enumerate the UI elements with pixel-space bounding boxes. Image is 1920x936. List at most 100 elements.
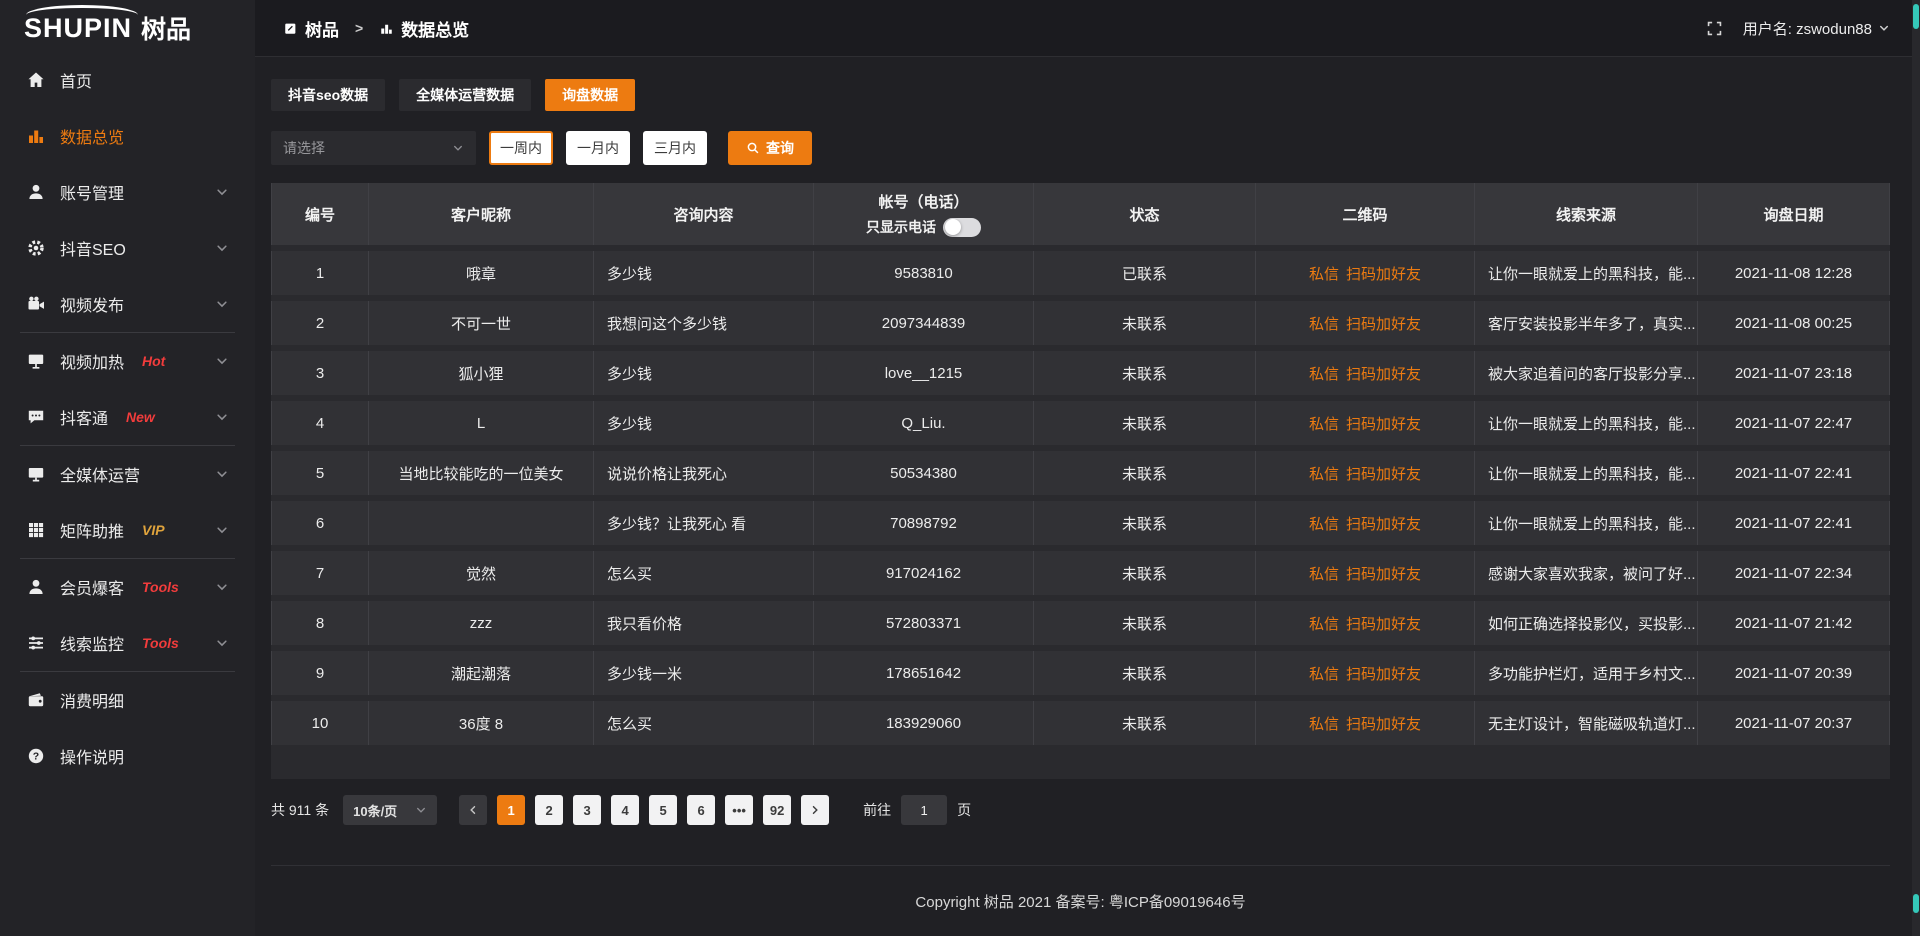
cell-inquiry-content: 我只看价格 bbox=[594, 601, 814, 645]
sidebar-item-data-overview[interactable]: 数据总览 bbox=[0, 108, 255, 164]
cell-account: 50534380 bbox=[814, 451, 1034, 495]
sidebar-item-omni-media[interactable]: 全媒体运营 bbox=[0, 446, 255, 502]
cell-qrcode: 私信 扫码加好友 bbox=[1256, 551, 1475, 595]
cell-lead-source[interactable]: 感谢大家喜欢我家，被问了好... bbox=[1475, 551, 1698, 595]
scan-add-friend-link[interactable]: 扫码加好友 bbox=[1346, 463, 1421, 484]
private-message-link[interactable]: 私信 bbox=[1309, 613, 1339, 634]
scan-add-friend-link[interactable]: 扫码加好友 bbox=[1346, 713, 1421, 734]
cell-lead-source[interactable]: 被大家追着问的客厅投影分享... bbox=[1475, 351, 1698, 395]
cell-lead-source[interactable]: 如何正确选择投影仪，买投影... bbox=[1475, 601, 1698, 645]
cell-account: Q_Liu. bbox=[814, 401, 1034, 445]
private-message-link[interactable]: 私信 bbox=[1309, 513, 1339, 534]
brand-name-en: SHUPIN bbox=[24, 13, 132, 44]
filter-select[interactable]: 请选择 bbox=[271, 131, 476, 165]
page-button-4[interactable]: 4 bbox=[611, 795, 639, 825]
cell-lead-source[interactable]: 让你一眼就爱上的黑科技，能... bbox=[1475, 251, 1698, 295]
copyright-text: Copyright 树品 2021 备案号: 粤ICP备09019646号 bbox=[915, 894, 1245, 911]
prev-page-button[interactable] bbox=[459, 795, 487, 825]
badge-tools: Tools bbox=[142, 635, 179, 651]
date-range-group: 一周内一月内三月内 bbox=[489, 131, 707, 165]
page-footer: Copyright 树品 2021 备案号: 粤ICP备09019646号 bbox=[271, 865, 1890, 912]
sidebar-item-douyin-seo[interactable]: 抖音SEO bbox=[0, 220, 255, 276]
cell-status: 未联系 bbox=[1034, 351, 1256, 395]
cell-status: 已联系 bbox=[1034, 251, 1256, 295]
sidebar-item-label: 抖音SEO bbox=[60, 236, 126, 260]
column-header-account: 帐号（电话） 只显示电话 bbox=[814, 183, 1034, 245]
cell-lead-source[interactable]: 让你一眼就爱上的黑科技，能... bbox=[1475, 501, 1698, 545]
sidebar-item-label: 矩阵助推 bbox=[60, 518, 124, 542]
sidebar-item-douketong[interactable]: 抖客通New bbox=[0, 389, 255, 445]
scrollbar-mark bbox=[1913, 894, 1919, 913]
scan-add-friend-link[interactable]: 扫码加好友 bbox=[1346, 263, 1421, 284]
cell-qrcode: 私信 扫码加好友 bbox=[1256, 501, 1475, 545]
cell-lead-source[interactable]: 客厅安装投影半年多了，真实... bbox=[1475, 301, 1698, 345]
person-icon bbox=[26, 577, 46, 597]
tab-omni-media-data[interactable]: 全媒体运营数据 bbox=[399, 79, 531, 111]
private-message-link[interactable]: 私信 bbox=[1309, 663, 1339, 684]
sidebar-item-consumption-detail[interactable]: 消费明细 bbox=[0, 672, 255, 728]
sidebar-item-matrix-boost[interactable]: 矩阵助推 VIP bbox=[0, 502, 255, 558]
cell-inquiry-date: 2021-11-07 22:47 bbox=[1698, 401, 1889, 445]
cell-row-number: 6 bbox=[272, 501, 369, 545]
scan-add-friend-link[interactable]: 扫码加好友 bbox=[1346, 663, 1421, 684]
cell-lead-source[interactable]: 让你一眼就爱上的黑科技，能... bbox=[1475, 451, 1698, 495]
sidebar-item-account-management[interactable]: 账号管理 bbox=[0, 164, 255, 220]
goto-page-input[interactable]: 1 bbox=[901, 795, 947, 825]
date-range-button-3[interactable]: 三月内 bbox=[643, 131, 707, 165]
sidebar-item-label: 抖客通 bbox=[60, 405, 108, 429]
private-message-link[interactable]: 私信 bbox=[1309, 413, 1339, 434]
page-button-5[interactable]: 5 bbox=[649, 795, 677, 825]
query-button[interactable]: 查询 bbox=[728, 131, 812, 165]
scan-add-friend-link[interactable]: 扫码加好友 bbox=[1346, 563, 1421, 584]
breadcrumb-item-current: 数据总览 bbox=[401, 16, 469, 41]
sidebar-item-video-publish[interactable]: 视频发布 bbox=[0, 276, 255, 332]
sidebar-item-label: 首页 bbox=[60, 68, 92, 92]
next-page-button[interactable] bbox=[801, 795, 829, 825]
private-message-link[interactable]: 私信 bbox=[1309, 463, 1339, 484]
sidebar-item-home[interactable]: 首页 bbox=[0, 52, 255, 108]
cell-inquiry-date: 2021-11-07 20:37 bbox=[1698, 701, 1889, 745]
toggle-knob bbox=[945, 219, 961, 235]
page-ellipsis-button[interactable]: ••• bbox=[725, 795, 753, 825]
private-message-link[interactable]: 私信 bbox=[1309, 263, 1339, 284]
scan-add-friend-link[interactable]: 扫码加好友 bbox=[1346, 313, 1421, 334]
page-scrollbar[interactable] bbox=[1912, 0, 1920, 936]
brand-logo[interactable]: SHUPIN 树品 bbox=[0, 0, 255, 50]
cell-inquiry-content: 怎么买 bbox=[594, 701, 814, 745]
page-size-select[interactable]: 10条/页 bbox=[343, 795, 437, 825]
scan-add-friend-link[interactable]: 扫码加好友 bbox=[1346, 363, 1421, 384]
page-button-6[interactable]: 6 bbox=[687, 795, 715, 825]
tab-douyin-seo-data[interactable]: 抖音seo数据 bbox=[271, 79, 385, 111]
cell-lead-source[interactable]: 多功能护栏灯，适用于乡村文... bbox=[1475, 651, 1698, 695]
private-message-link[interactable]: 私信 bbox=[1309, 363, 1339, 384]
sidebar-item-operation-guide[interactable]: ? 操作说明 bbox=[0, 728, 255, 784]
private-message-link[interactable]: 私信 bbox=[1309, 713, 1339, 734]
page-button-92[interactable]: 92 bbox=[763, 795, 791, 825]
date-range-button-1[interactable]: 一周内 bbox=[489, 131, 553, 165]
cell-lead-source[interactable]: 让你一眼就爱上的黑科技，能... bbox=[1475, 401, 1698, 445]
cell-inquiry-date: 2021-11-07 22:41 bbox=[1698, 451, 1889, 495]
breadcrumb-item-home[interactable]: 树品 bbox=[305, 16, 339, 41]
tab-inquiry-data[interactable]: 询盘数据 bbox=[545, 79, 635, 111]
phone-only-toggle[interactable] bbox=[943, 218, 981, 237]
scan-add-friend-link[interactable]: 扫码加好友 bbox=[1346, 413, 1421, 434]
cell-lead-source[interactable]: 无主灯设计，智能磁吸轨道灯... bbox=[1475, 701, 1698, 745]
sidebar-item-clue-monitor[interactable]: 线索监控Tools bbox=[0, 615, 255, 671]
private-message-link[interactable]: 私信 bbox=[1309, 563, 1339, 584]
user-menu[interactable]: 用户名: zswodun88 bbox=[1743, 18, 1890, 39]
scrollbar-thumb[interactable] bbox=[1913, 4, 1919, 29]
sidebar-item-label: 会员爆客 bbox=[60, 575, 124, 599]
pagination-bar: 共 911 条 10条/页 123456•••92 前往 1 页 bbox=[271, 795, 1890, 825]
sidebar-item-video-heat[interactable]: 视频加热Hot bbox=[0, 333, 255, 389]
page-button-3[interactable]: 3 bbox=[573, 795, 601, 825]
private-message-link[interactable]: 私信 bbox=[1309, 313, 1339, 334]
scan-add-friend-link[interactable]: 扫码加好友 bbox=[1346, 513, 1421, 534]
sidebar-item-member-baoke[interactable]: 会员爆客Tools bbox=[0, 559, 255, 615]
topbar: 树品 > 数据总览 用户名: zswodun88 bbox=[255, 0, 1920, 57]
fullscreen-icon[interactable] bbox=[1706, 20, 1723, 37]
page-button-2[interactable]: 2 bbox=[535, 795, 563, 825]
date-range-button-2[interactable]: 一月内 bbox=[566, 131, 630, 165]
page-button-1[interactable]: 1 bbox=[497, 795, 525, 825]
scan-add-friend-link[interactable]: 扫码加好友 bbox=[1346, 613, 1421, 634]
badge-vip: VIP bbox=[142, 522, 165, 538]
